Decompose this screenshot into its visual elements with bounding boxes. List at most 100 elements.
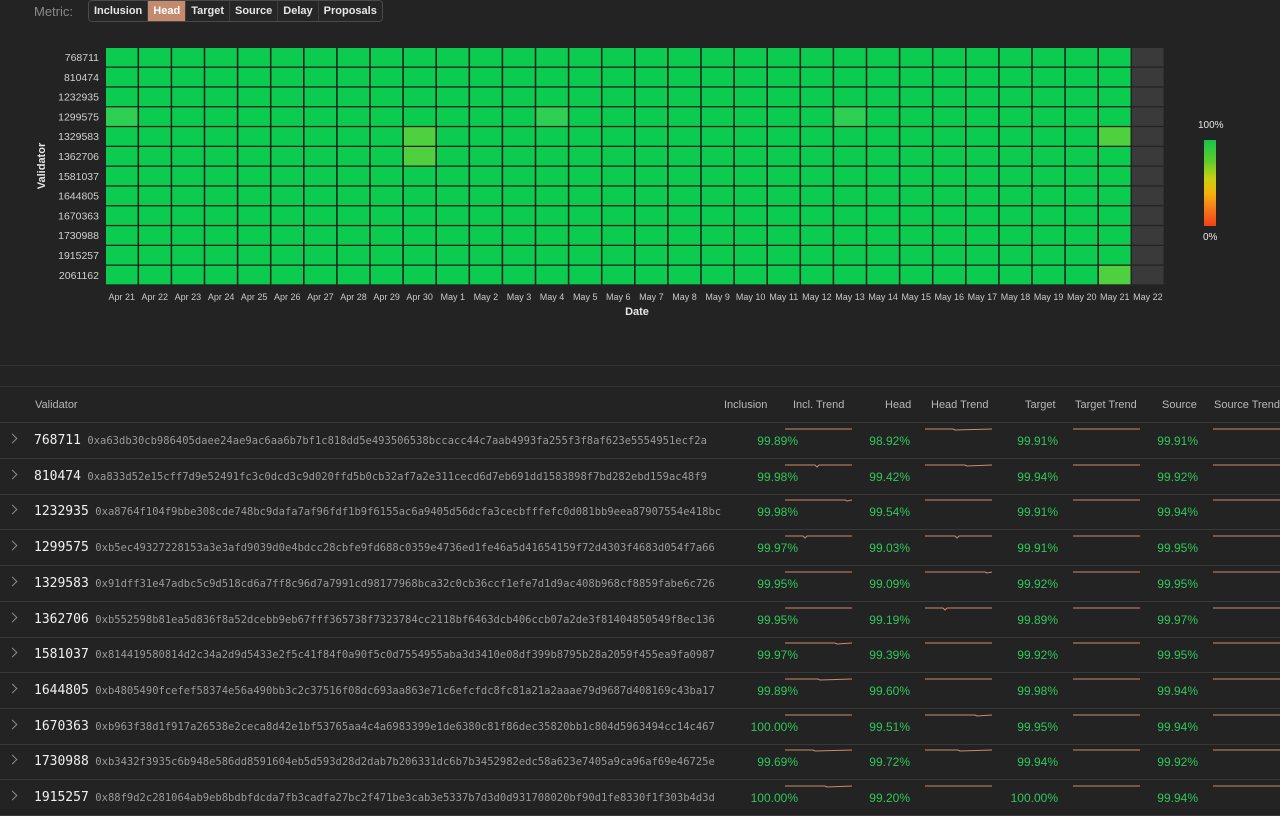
heatmap-cell[interactable] bbox=[271, 206, 304, 225]
heatmap-cell[interactable] bbox=[734, 127, 767, 146]
heatmap-cell[interactable] bbox=[139, 147, 171, 166]
heatmap-cell[interactable] bbox=[602, 147, 635, 166]
heatmap-cell[interactable] bbox=[403, 226, 436, 245]
heatmap-cell[interactable] bbox=[900, 48, 932, 67]
heatmap-cell[interactable] bbox=[834, 206, 866, 225]
heatmap-cell[interactable] bbox=[437, 166, 469, 186]
heatmap-cell[interactable] bbox=[734, 67, 767, 87]
heatmap-cell[interactable] bbox=[271, 147, 304, 166]
heatmap-cell[interactable] bbox=[403, 87, 436, 107]
heatmap-cell[interactable] bbox=[172, 107, 204, 126]
heatmap-cell[interactable] bbox=[370, 67, 403, 87]
heatmap-cell[interactable] bbox=[437, 246, 469, 265]
heatmap-cell[interactable] bbox=[734, 246, 767, 265]
heatmap-cell[interactable] bbox=[470, 127, 502, 146]
heatmap-cell[interactable] bbox=[834, 87, 866, 107]
heatmap-cell[interactable] bbox=[1132, 67, 1164, 87]
heatmap-cell[interactable] bbox=[668, 67, 701, 87]
heatmap-cell[interactable] bbox=[503, 67, 535, 87]
expand-chevron-icon[interactable] bbox=[7, 647, 18, 658]
heatmap-cell[interactable] bbox=[1032, 127, 1065, 146]
heatmap-cell[interactable] bbox=[933, 186, 966, 206]
heatmap-cell[interactable] bbox=[1132, 48, 1164, 67]
heatmap-cell[interactable] bbox=[337, 265, 370, 285]
heatmap-cell[interactable] bbox=[139, 107, 171, 126]
heatmap-cell[interactable] bbox=[304, 107, 337, 126]
heatmap-cell[interactable] bbox=[337, 48, 370, 67]
heatmap-cell[interactable] bbox=[470, 87, 502, 107]
heatmap-cell[interactable] bbox=[668, 206, 701, 225]
heatmap-cell[interactable] bbox=[900, 147, 932, 166]
heatmap-cell[interactable] bbox=[205, 87, 237, 107]
heatmap-cell[interactable] bbox=[172, 67, 204, 87]
heatmap-cell[interactable] bbox=[834, 166, 866, 186]
heatmap-cell[interactable] bbox=[768, 186, 800, 206]
heatmap-cell[interactable] bbox=[900, 265, 932, 285]
heatmap-cell[interactable] bbox=[1032, 107, 1065, 126]
col-head[interactable]: Head bbox=[885, 399, 911, 411]
heatmap-cell[interactable] bbox=[867, 166, 899, 186]
heatmap-cell[interactable] bbox=[172, 246, 204, 265]
heatmap-cell[interactable] bbox=[701, 246, 734, 265]
heatmap-cell[interactable] bbox=[933, 206, 966, 225]
heatmap-cell[interactable] bbox=[271, 186, 304, 206]
heatmap-cell[interactable] bbox=[768, 246, 800, 265]
heatmap-cell[interactable] bbox=[900, 67, 932, 87]
heatmap-cell[interactable] bbox=[801, 186, 833, 206]
heatmap-cell[interactable] bbox=[172, 147, 204, 166]
heatmap-cell[interactable] bbox=[701, 226, 734, 245]
heatmap-cell[interactable] bbox=[768, 147, 800, 166]
heatmap-cell[interactable] bbox=[370, 147, 403, 166]
heatmap-cell[interactable] bbox=[834, 107, 866, 126]
heatmap-cell[interactable] bbox=[602, 206, 635, 225]
heatmap-cell[interactable] bbox=[933, 147, 966, 166]
heatmap-cell[interactable] bbox=[403, 206, 436, 225]
heatmap-cell[interactable] bbox=[1032, 246, 1065, 265]
heatmap-cell[interactable] bbox=[569, 67, 601, 87]
heatmap-cell[interactable] bbox=[106, 147, 138, 166]
heatmap-cell[interactable] bbox=[900, 206, 932, 225]
heatmap-cell[interactable] bbox=[668, 87, 701, 107]
heatmap-cell[interactable] bbox=[437, 265, 469, 285]
heatmap-cell[interactable] bbox=[668, 107, 701, 126]
heatmap-cell[interactable] bbox=[1099, 265, 1131, 285]
heatmap-cell[interactable] bbox=[635, 246, 668, 265]
table-row[interactable]: 1299575 0xb5ec49327228153a3e3afd9039d0e4b… bbox=[0, 530, 1280, 567]
heatmap-cell[interactable] bbox=[801, 226, 833, 245]
heatmap-cell[interactable] bbox=[106, 166, 138, 186]
heatmap-cell[interactable] bbox=[304, 166, 337, 186]
heatmap-cell[interactable] bbox=[768, 265, 800, 285]
heatmap-cell[interactable] bbox=[1132, 87, 1164, 107]
heatmap-cell[interactable] bbox=[503, 186, 535, 206]
heatmap-cell[interactable] bbox=[304, 246, 337, 265]
heatmap-cell[interactable] bbox=[569, 206, 601, 225]
heatmap-cell[interactable] bbox=[370, 226, 403, 245]
heatmap-cell[interactable] bbox=[867, 48, 899, 67]
heatmap-cell[interactable] bbox=[602, 265, 635, 285]
heatmap-cell[interactable] bbox=[271, 67, 304, 87]
heatmap-cell[interactable] bbox=[602, 48, 635, 67]
heatmap-cell[interactable] bbox=[966, 206, 999, 225]
heatmap-cell[interactable] bbox=[569, 127, 601, 146]
heatmap-cell[interactable] bbox=[271, 127, 304, 146]
heatmap-cell[interactable] bbox=[139, 226, 171, 245]
heatmap-cell[interactable] bbox=[370, 206, 403, 225]
heatmap-cell[interactable] bbox=[734, 226, 767, 245]
heatmap-cell[interactable] bbox=[1099, 107, 1131, 126]
heatmap-cell[interactable] bbox=[668, 246, 701, 265]
heatmap-cell[interactable] bbox=[701, 107, 734, 126]
heatmap-cell[interactable] bbox=[635, 206, 668, 225]
heatmap-cell[interactable] bbox=[867, 127, 899, 146]
heatmap-cell[interactable] bbox=[337, 186, 370, 206]
heatmap-cell[interactable] bbox=[635, 186, 668, 206]
heatmap-cell[interactable] bbox=[536, 127, 568, 146]
col-head-trend[interactable]: Head Trend bbox=[931, 399, 988, 411]
heatmap-cell[interactable] bbox=[668, 226, 701, 245]
table-row[interactable]: 1644805 0xb4805490fcefef58374e56a490bb3c2… bbox=[0, 673, 1280, 709]
heatmap-cell[interactable] bbox=[1065, 67, 1098, 87]
heatmap-cell[interactable] bbox=[470, 246, 502, 265]
heatmap-cell[interactable] bbox=[768, 127, 800, 146]
heatmap-cell[interactable] bbox=[867, 206, 899, 225]
heatmap-cell[interactable] bbox=[337, 87, 370, 107]
heatmap-cell[interactable] bbox=[304, 186, 337, 206]
